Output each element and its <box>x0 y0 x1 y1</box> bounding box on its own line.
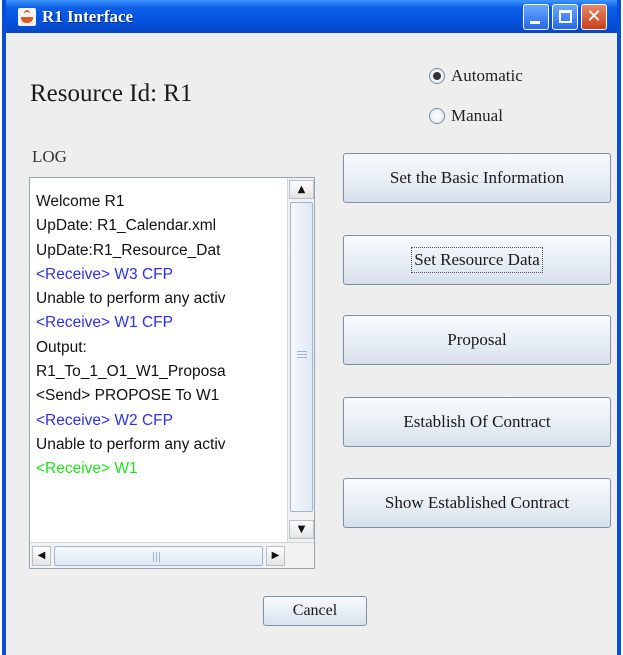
log-panel[interactable]: Welcome R1 UpDate: R1_Calendar.xml UpDate:… <box>29 177 315 569</box>
log-line: Unable to perform any activ <box>36 435 226 453</box>
scroll-up-button[interactable]: ▲ <box>289 180 314 199</box>
grip-line <box>156 552 157 562</box>
radio-unchecked-icon <box>429 108 445 124</box>
set-resource-data-label: Set Resource Data <box>411 247 543 273</box>
maximize-icon <box>559 10 572 23</box>
grip-line <box>153 552 154 562</box>
set-basic-information-label: Set the Basic Information <box>389 168 565 187</box>
show-established-contract-button[interactable]: Show Established Contract <box>343 478 611 528</box>
java-cup-icon <box>18 8 36 26</box>
arrow-right-icon: ▶ <box>271 550 280 561</box>
manual-radio[interactable]: Manual <box>429 106 503 126</box>
arrow-left-icon: ◀ <box>37 550 46 561</box>
minimize-icon <box>530 21 540 24</box>
horizontal-scroll-thumb[interactable] <box>54 546 263 566</box>
cancel-button[interactable]: Cancel <box>263 596 367 626</box>
vertical-scrollbar[interactable]: ▲ ▼ <box>287 178 314 542</box>
log-line: <Receive> W1 <box>36 460 138 478</box>
vertical-scroll-thumb[interactable] <box>290 202 313 512</box>
horizontal-scrollbar[interactable]: ◀ ▶ <box>30 542 314 568</box>
scroll-left-button[interactable]: ◀ <box>32 546 51 566</box>
app-window: R1 Interface ✕ Resource Id: R1 Automatic… <box>2 0 621 655</box>
automatic-radio-label: Automatic <box>451 66 523 85</box>
arrow-up-icon: ▲ <box>297 184 306 195</box>
log-line: Output: <box>36 338 87 356</box>
grip-line <box>297 354 307 355</box>
establish-of-contract-label: Establish Of Contract <box>403 412 551 431</box>
log-line: R1_To_1_O1_W1_Proposa <box>36 363 226 381</box>
cancel-label: Cancel <box>292 602 338 619</box>
window-title: R1 Interface <box>42 7 134 26</box>
log-line: Welcome R1 <box>36 193 125 210</box>
show-established-contract-label: Show Established Contract <box>384 493 570 512</box>
resource-id-label: Resource Id: R1 <box>30 80 193 107</box>
maximize-button[interactable] <box>552 4 578 30</box>
establish-of-contract-button[interactable]: Establish Of Contract <box>343 397 611 447</box>
title-bar[interactable]: R1 Interface ✕ <box>6 0 617 33</box>
close-icon: ✕ <box>586 6 602 27</box>
log-line: UpDate: R1_Calendar.xml <box>36 217 217 235</box>
grip-line <box>159 552 160 562</box>
set-resource-data-button[interactable]: Set Resource Data <box>343 235 611 285</box>
grip-line <box>297 357 307 358</box>
set-basic-information-button[interactable]: Set the Basic Information <box>343 153 611 203</box>
proposal-button[interactable]: Proposal <box>343 315 611 365</box>
manual-radio-label: Manual <box>451 106 503 125</box>
arrow-down-icon: ▼ <box>297 524 306 535</box>
log-line: <Receive> W1 CFP <box>36 314 173 332</box>
log-line: <Send> PROPOSE To W1 <box>36 387 220 405</box>
radio-checked-icon <box>429 68 445 84</box>
scroll-down-button[interactable]: ▼ <box>289 520 314 539</box>
log-line: <Receive> W3 CFP <box>36 265 173 283</box>
log-line: Unable to perform any activ <box>36 290 226 308</box>
close-button[interactable]: ✕ <box>581 4 607 30</box>
grip-line <box>297 351 307 352</box>
log-label: LOG <box>32 147 67 166</box>
log-line: <Receive> W2 CFP <box>36 411 173 429</box>
log-line: UpDate:R1_Resource_Dat <box>36 241 221 259</box>
log-text-area[interactable]: Welcome R1 UpDate: R1_Calendar.xml UpDate:… <box>36 190 284 540</box>
minimize-button[interactable] <box>523 4 549 30</box>
scroll-right-button[interactable]: ▶ <box>266 546 285 566</box>
proposal-label: Proposal <box>447 330 507 349</box>
automatic-radio[interactable]: Automatic <box>429 66 523 86</box>
